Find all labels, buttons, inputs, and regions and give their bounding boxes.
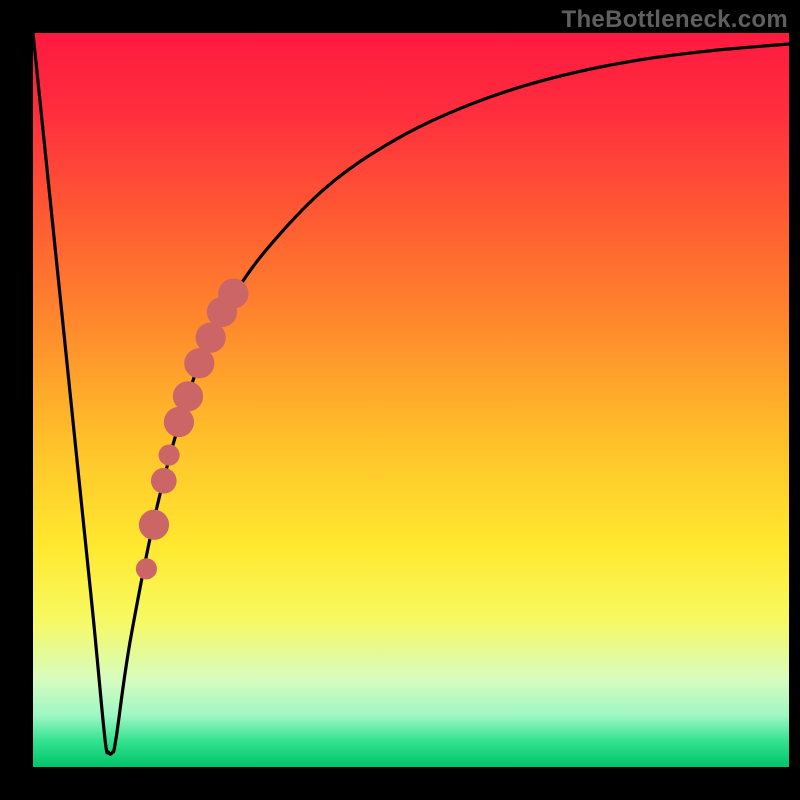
highlight-dot [218,278,248,308]
chart-svg [33,33,789,767]
highlight-dot [164,407,194,437]
highlight-dot [159,444,180,465]
highlight-dot [196,322,226,352]
highlight-dot [151,468,177,494]
highlight-dot [139,510,169,540]
plot-area [33,33,789,767]
watermark-text: TheBottleneck.com [562,6,788,34]
highlight-dot [136,558,157,579]
highlight-dot [173,381,203,411]
highlight-dot [184,348,214,378]
chart-frame: TheBottleneck.com [0,0,800,800]
gradient-background [33,33,789,767]
